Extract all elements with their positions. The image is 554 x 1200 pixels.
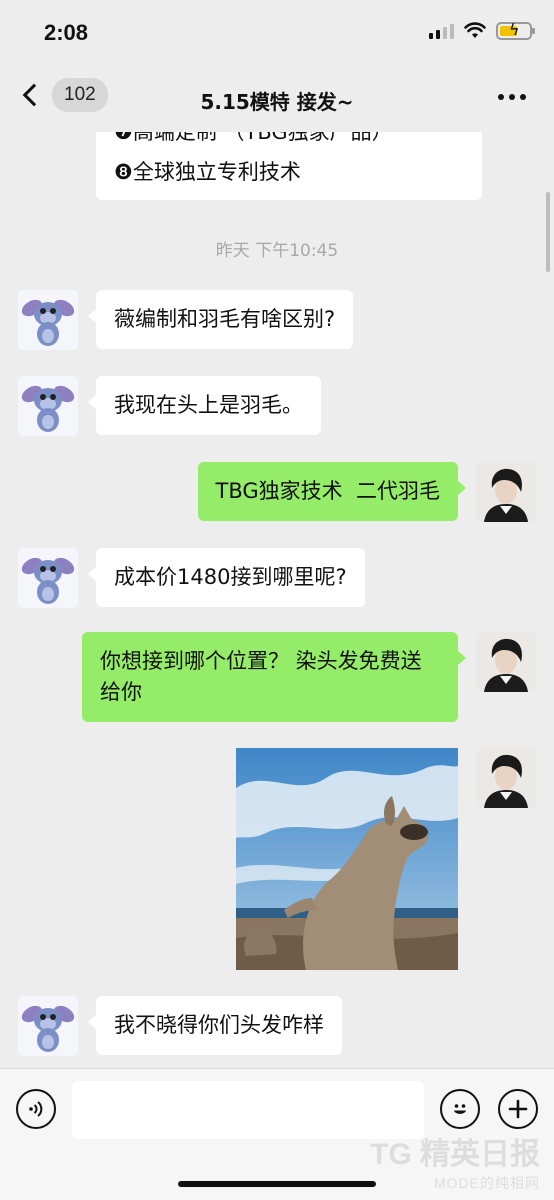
kangaroo-sticker-image[interactable] (236, 748, 458, 970)
chat-title: 5.15模特 接发~ (200, 90, 354, 114)
voice-wave-icon (29, 1101, 43, 1117)
user-avatar[interactable] (476, 632, 536, 692)
contact-avatar[interactable] (18, 996, 78, 1056)
message-bubble-incoming[interactable]: 我现在头上是羽毛。 (88, 376, 321, 435)
more-options-button[interactable] (498, 94, 526, 100)
message-text-line: ❼高端定制 （TBG独家产品） (114, 132, 393, 144)
message-bubble-outgoing[interactable]: TBG独家技术 二代羽毛 (197, 462, 466, 521)
message-bubble-incoming[interactable]: 薇编制和羽毛有啥区别? (87, 290, 354, 349)
home-indicator[interactable] (178, 1181, 376, 1187)
message-list[interactable]: ❼高端定制 （TBG独家产品） ❽全球独立专利技术 昨天 下午10:45 薇编制… (0, 132, 554, 1068)
stitch-avatar-icon (21, 299, 75, 346)
contact-avatar[interactable] (18, 376, 78, 436)
message-bubble-outgoing[interactable]: 你想接到哪个位置？ 染头发免费送给你 (82, 632, 466, 722)
plus-icon (508, 1099, 528, 1119)
chat-input-bar: TG 精英日报 MODE的纯相网 (0, 1068, 554, 1200)
person-avatar-icon (476, 632, 536, 692)
message-text-line: ❽全球独立专利技术 (114, 160, 301, 184)
watermark-text: TG 精英日报 (370, 1138, 540, 1171)
contact-avatar[interactable] (18, 548, 78, 608)
person-avatar-icon (476, 748, 536, 808)
battery-charging-icon: ϟ (496, 20, 535, 40)
kangaroo-photo-icon (236, 748, 458, 970)
message-bubble-incoming[interactable]: 成本价1480接到哪里呢? (88, 548, 365, 607)
scrollbar[interactable] (546, 192, 550, 272)
contact-avatar[interactable] (18, 290, 78, 350)
status-bar: 2:08 ϟ (0, 0, 554, 64)
message-bubble-incoming[interactable]: 我不晓得你们头发咋样 (88, 996, 342, 1055)
emoji-button[interactable] (440, 1089, 480, 1129)
person-avatar-icon (476, 462, 536, 522)
wifi-icon (464, 22, 486, 38)
stitch-avatar-icon (21, 1005, 75, 1052)
user-avatar[interactable] (476, 462, 536, 522)
chat-nav-bar: 102 5.15模特 接发~ (0, 64, 554, 132)
voice-input-button[interactable] (16, 1089, 56, 1129)
watermark-subtext: MODE的纯相网 (434, 1175, 540, 1191)
message-timestamp: 昨天 下午10:45 (215, 241, 339, 261)
stitch-avatar-icon (21, 385, 75, 432)
watermark: TG 精英日报 MODE的纯相网 (370, 1129, 540, 1193)
cellular-signal-icon (429, 23, 454, 39)
stitch-avatar-icon (21, 557, 75, 604)
status-time: 2:08 (44, 20, 89, 45)
user-avatar[interactable] (476, 748, 536, 808)
status-icons: ϟ (429, 20, 535, 40)
message-bubble-incoming-partial[interactable]: ❼高端定制 （TBG独家产品） ❽全球独立专利技术 (96, 132, 482, 200)
more-functions-button[interactable] (498, 1089, 538, 1129)
smiley-icon (454, 1104, 466, 1114)
